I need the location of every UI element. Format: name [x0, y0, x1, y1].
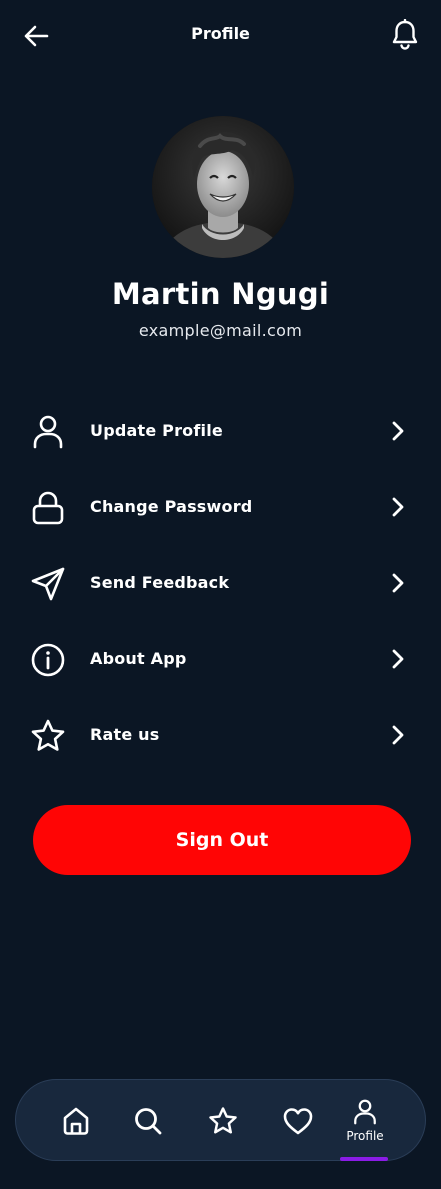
user-email: example@mail.com	[138, 321, 303, 340]
chevron-right-icon	[389, 724, 407, 746]
user-icon	[30, 414, 66, 450]
menu-item-change-password[interactable]: Change Password	[0, 470, 441, 546]
home-icon	[63, 1107, 89, 1135]
nav-home[interactable]	[46, 1080, 106, 1162]
menu-item-rate-us[interactable]: Rate us	[0, 698, 441, 774]
menu-item-about-app[interactable]: About App	[0, 622, 441, 698]
menu-item-label: Rate us	[90, 725, 160, 744]
user-icon	[354, 1099, 376, 1125]
nav-likes[interactable]	[268, 1080, 328, 1162]
menu-item-send-feedback[interactable]: Send Feedback	[0, 546, 441, 622]
menu-item-label: Update Profile	[90, 421, 223, 440]
user-name: Martin Ngugi	[111, 277, 330, 311]
heart-icon	[283, 1108, 313, 1135]
bottom-nav: Profile	[15, 1079, 426, 1161]
search-icon	[135, 1108, 162, 1135]
active-tab-indicator	[340, 1157, 388, 1161]
chevron-right-icon	[389, 420, 407, 442]
chevron-right-icon	[389, 648, 407, 670]
page-title: Profile	[191, 24, 250, 43]
sign-out-button[interactable]: Sign Out	[33, 805, 411, 875]
nav-profile[interactable]: Profile	[335, 1080, 395, 1162]
notification-button[interactable]	[389, 18, 421, 52]
nav-search[interactable]	[118, 1080, 178, 1162]
star-icon	[209, 1107, 237, 1134]
chevron-right-icon	[389, 496, 407, 518]
profile-menu: Update Profile Change Password Send Feed…	[0, 394, 441, 774]
info-icon	[30, 642, 66, 678]
chevron-right-icon	[389, 572, 407, 594]
send-icon	[30, 566, 66, 602]
menu-item-update-profile[interactable]: Update Profile	[0, 394, 441, 470]
menu-item-label: About App	[90, 649, 187, 668]
top-bar: Profile	[0, 0, 441, 72]
nav-favorites[interactable]	[193, 1080, 253, 1162]
user-photo	[152, 116, 294, 258]
bell-icon	[392, 19, 418, 50]
menu-item-label: Change Password	[90, 497, 253, 516]
lock-icon	[30, 490, 66, 526]
avatar[interactable]	[152, 116, 294, 258]
star-icon	[30, 718, 66, 754]
nav-profile-label: Profile	[346, 1129, 384, 1143]
menu-item-label: Send Feedback	[90, 573, 230, 592]
